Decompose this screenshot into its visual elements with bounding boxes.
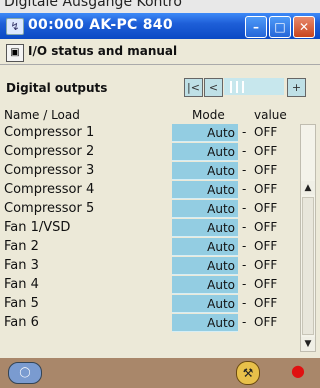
footer-bar: ◯ ⚒ ● [0,358,320,388]
separator: - [242,277,247,291]
value-cell: OFF [254,315,278,329]
maximize-button[interactable]: □ [269,16,291,38]
mode-cell[interactable]: Auto [172,162,238,180]
mode-cell[interactable]: Auto [172,257,238,275]
mode-cell[interactable]: Auto [172,181,238,199]
mode-cell[interactable]: Auto [172,276,238,294]
separator: - [242,258,247,272]
table-row[interactable]: Fan 1/VSD Auto - OFF [0,219,300,238]
separator: - [242,296,247,310]
mode-cell[interactable]: Auto [172,219,238,237]
mode-cell[interactable]: Auto [172,295,238,313]
window-titlebar[interactable]: ↯ 00:000 AK-PC 840 – □ ✕ [0,13,320,39]
load-name: Compressor 2 [4,144,95,159]
table-row[interactable]: Compressor 1 Auto - OFF [0,124,300,143]
load-name: Fan 4 [4,277,39,292]
partial-window-caption-text: Digitale Ausgänge Kontro [4,0,182,10]
page-header: ▣ I/O status and manual [0,40,320,65]
expand-button[interactable]: + [287,78,306,97]
mode-cell[interactable]: Auto [172,143,238,161]
mode-cell[interactable]: Auto [172,200,238,218]
value-cell: OFF [254,220,278,234]
separator: - [242,182,247,196]
separator: - [242,163,247,177]
table-row[interactable]: Fan 3 Auto - OFF [0,257,300,276]
value-cell: OFF [254,239,278,253]
value-cell: OFF [254,258,278,272]
section-title: Digital outputs [6,81,108,95]
value-cell: OFF [254,125,278,139]
wrench-icon[interactable]: ⚒ [236,361,260,385]
separator: - [242,125,247,139]
value-cell: OFF [254,201,278,215]
mode-cell[interactable]: Auto [172,238,238,256]
close-button[interactable]: ✕ [293,16,315,38]
previous-page-button[interactable]: < [204,78,223,97]
load-name: Fan 3 [4,258,39,273]
load-name: Compressor 3 [4,163,95,178]
column-header-mode: Mode [192,108,225,122]
mode-cell[interactable]: Auto [172,314,238,332]
column-header-name: Name / Load [4,108,80,122]
load-name: Compressor 5 [4,201,95,216]
lock-icon[interactable]: ▣ [6,44,24,62]
table-row[interactable]: Compressor 4 Auto - OFF [0,181,300,200]
table-row[interactable]: Fan 5 Auto - OFF [0,295,300,314]
separator: - [242,315,247,329]
minimize-button[interactable]: – [245,16,267,38]
separator: - [242,144,247,158]
first-page-button[interactable]: |< [184,78,203,97]
alarm-bell-icon[interactable]: ● [288,360,308,382]
page-position-indicator[interactable] [224,78,284,95]
partial-window-caption: Digitale Ausgänge Kontro [0,0,320,14]
separator: - [242,201,247,215]
scroll-down-arrow-icon[interactable]: ▼ [301,337,315,351]
scrollbar[interactable]: ▲ ▼ [300,124,316,352]
value-cell: OFF [254,277,278,291]
table-row[interactable]: Compressor 2 Auto - OFF [0,143,300,162]
load-name: Fan 5 [4,296,39,311]
app-icon: ↯ [6,18,24,35]
table-row[interactable]: Compressor 5 Auto - OFF [0,200,300,219]
mode-cell[interactable]: Auto [172,124,238,142]
value-cell: OFF [254,144,278,158]
scroll-up-arrow-icon[interactable]: ▲ [301,181,315,195]
table-row[interactable]: Compressor 3 Auto - OFF [0,162,300,181]
value-cell: OFF [254,296,278,310]
network-icon[interactable]: ◯ [8,362,42,384]
load-name: Fan 6 [4,315,39,330]
column-header-value: value [254,108,287,122]
table-row[interactable]: Fan 4 Auto - OFF [0,276,300,295]
value-cell: OFF [254,163,278,177]
scrollbar-thumb[interactable] [302,197,314,335]
separator: - [242,239,247,253]
load-name: Fan 2 [4,239,39,254]
table-row[interactable]: Fan 6 Auto - OFF [0,314,300,333]
load-name: Fan 1/VSD [4,220,71,235]
output-list: Compressor 1 Auto - OFF Compressor 2 Auto - OFF… [0,124,300,333]
separator: - [242,220,247,234]
load-name: Compressor 4 [4,182,95,197]
page-title: I/O status and manual [28,44,178,58]
column-headers: Name / Load Mode value [0,108,320,124]
table-row[interactable]: Fan 2 Auto - OFF [0,238,300,257]
load-name: Compressor 1 [4,125,95,140]
value-cell: OFF [254,182,278,196]
section-toolbar: Digital outputs |< < + [0,76,320,100]
window-title: 00:000 AK-PC 840 [28,17,173,33]
